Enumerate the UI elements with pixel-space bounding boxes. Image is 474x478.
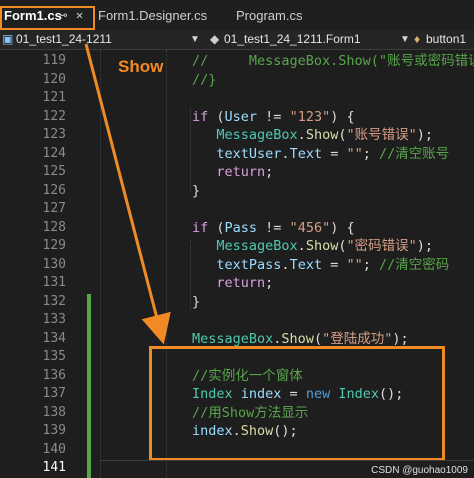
current-line-border [100, 460, 474, 461]
annotation-code-highlight [149, 346, 445, 461]
watermark: CSDN @guohao1009 [371, 465, 468, 476]
